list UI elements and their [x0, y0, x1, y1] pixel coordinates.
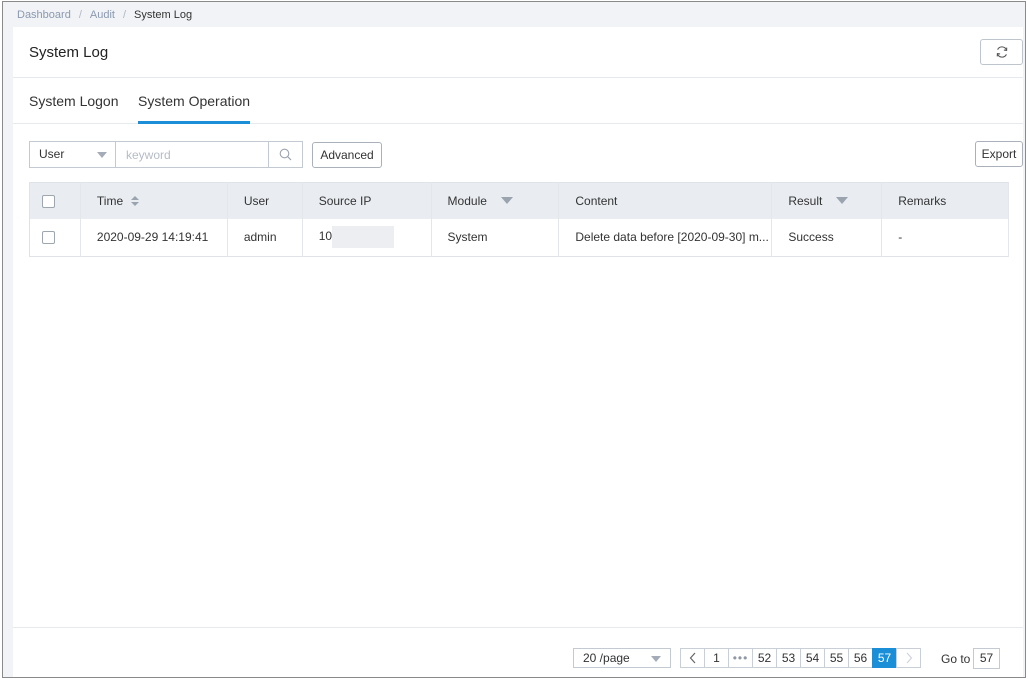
column-source-ip: Source IP: [302, 182, 432, 219]
page-button[interactable]: 1: [704, 648, 729, 668]
table-row[interactable]: 2020-09-29 14:19:41 admin 10. System Del…: [29, 218, 1009, 257]
tab-system-operation[interactable]: System Operation: [138, 93, 251, 124]
page-button[interactable]: 56: [848, 648, 873, 668]
page-title: System Log: [29, 44, 109, 61]
cell-time: 2020-09-29 14:19:41: [80, 218, 228, 257]
card-header: System Log: [13, 27, 1023, 78]
table-header-row: Time User Source IP Module Content Resul…: [29, 182, 1009, 219]
export-button[interactable]: Export: [975, 141, 1023, 167]
breadcrumb-audit[interactable]: Audit: [90, 9, 115, 21]
row-checkbox[interactable]: [42, 231, 55, 245]
app-frame: Dashboard / Audit / System Log System Lo…: [2, 1, 1026, 678]
column-result[interactable]: Result: [771, 182, 883, 219]
breadcrumb-separator: /: [78, 9, 82, 21]
refresh-icon: [996, 46, 1007, 58]
pager: 1 ••• 52 53 54 55 56 57: [680, 648, 921, 668]
search-field-select-value: User: [39, 147, 65, 161]
breadcrumb-current: System Log: [134, 9, 193, 21]
chevron-right-icon: [906, 652, 912, 664]
row-select-cell: [29, 218, 81, 257]
chevron-down-icon: [97, 152, 107, 158]
page-button[interactable]: 52: [752, 648, 777, 668]
advanced-button[interactable]: Advanced: [312, 142, 382, 168]
cell-user: admin: [227, 218, 303, 257]
column-module[interactable]: Module: [431, 182, 560, 219]
search-icon: [279, 148, 292, 161]
breadcrumb: Dashboard / Audit / System Log: [17, 8, 192, 22]
keyword-input[interactable]: [115, 141, 269, 168]
search-button[interactable]: [268, 141, 303, 168]
refresh-button[interactable]: [980, 39, 1023, 65]
pagination-bar: 20 /page 1 ••• 52 53 54 55 56 57 Go to 5…: [13, 627, 1023, 677]
filter-toolbar: User Advanced Export: [29, 141, 1023, 169]
page-size-select[interactable]: 20 /page: [573, 648, 671, 668]
page-button[interactable]: 53: [776, 648, 801, 668]
filter-icon[interactable]: [500, 197, 513, 205]
search-field-select[interactable]: User: [29, 141, 115, 168]
breadcrumb-separator: /: [122, 9, 127, 21]
page-button-current[interactable]: 57: [872, 648, 897, 668]
cell-module: System: [431, 218, 560, 257]
tab-bar: System Logon System Operation: [13, 78, 1023, 124]
cell-result: Success: [771, 218, 883, 257]
goto-page-input[interactable]: 57: [973, 648, 1000, 669]
column-time-label: Time: [96, 193, 124, 208]
page-button[interactable]: 55: [824, 648, 849, 668]
page-ellipsis[interactable]: •••: [728, 648, 753, 668]
column-remarks: Remarks: [881, 182, 1009, 219]
column-user: User: [227, 182, 303, 219]
page-button[interactable]: 54: [800, 648, 825, 668]
next-page-button[interactable]: [896, 648, 921, 668]
column-time[interactable]: Time: [80, 182, 228, 219]
cell-source-ip: 10.: [302, 218, 432, 257]
select-all-cell: [29, 182, 81, 219]
filter-icon[interactable]: [836, 197, 849, 205]
cell-content: Delete data before [2020-09-30] m...: [558, 218, 773, 257]
tab-system-logon[interactable]: System Logon: [29, 93, 119, 124]
chevron-down-icon: [651, 656, 661, 662]
content-card: System Log System Logon System Operation…: [13, 27, 1023, 677]
prev-page-button[interactable]: [680, 648, 705, 668]
column-module-label: Module: [447, 193, 487, 208]
select-all-checkbox[interactable]: [42, 194, 55, 208]
breadcrumb-dashboard[interactable]: Dashboard: [17, 9, 71, 21]
sort-icon[interactable]: [131, 195, 140, 206]
log-table: Time User Source IP Module Content Resul…: [29, 182, 1009, 257]
page-size-value: 20 /page: [583, 651, 630, 665]
column-content: Content: [558, 182, 773, 219]
cell-remarks: -: [881, 218, 1009, 257]
column-result-label: Result: [788, 193, 823, 208]
goto-label: Go to: [941, 652, 971, 666]
chevron-left-icon: [689, 652, 695, 664]
redaction-mask: [332, 226, 395, 249]
